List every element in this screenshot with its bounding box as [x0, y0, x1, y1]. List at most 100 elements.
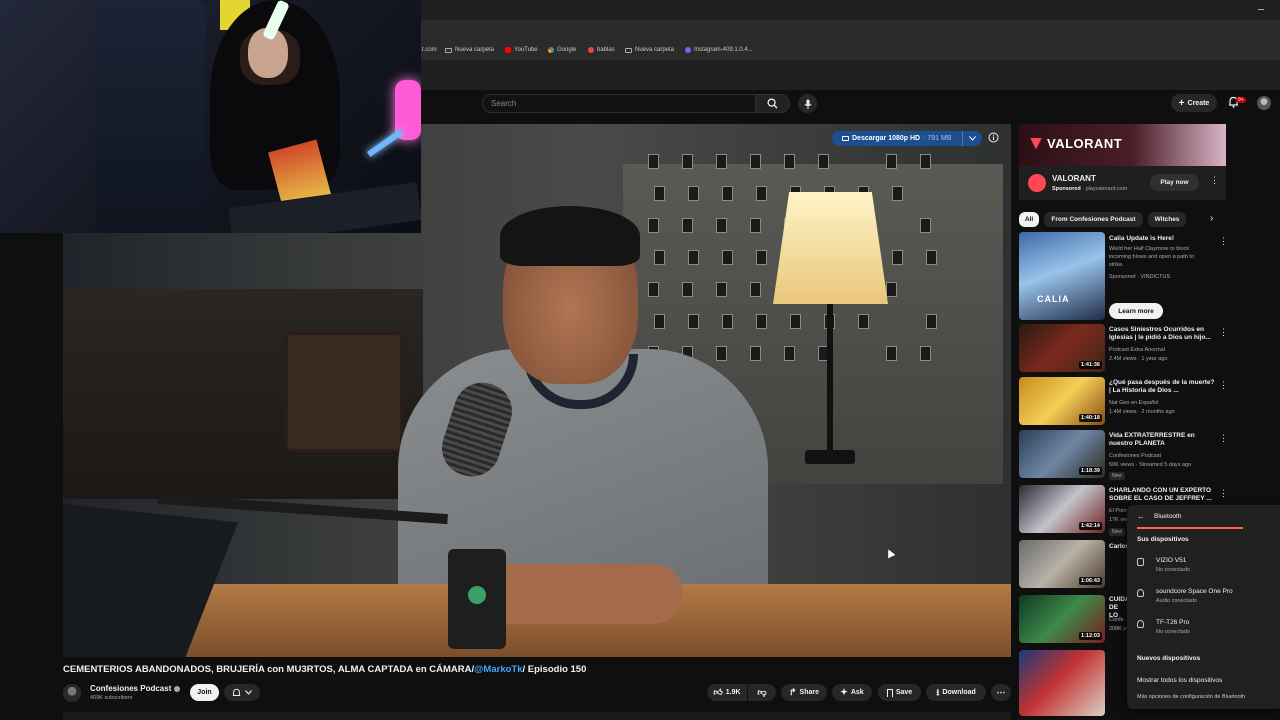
chip-channel[interactable]: From Confesiones Podcast: [1044, 212, 1143, 227]
mention-link[interactable]: @MarkoTk: [474, 664, 522, 675]
webcam-overlay: [0, 0, 421, 233]
bookmark-item[interactable]: Instagram-409.1.0.4...: [685, 47, 753, 53]
recommendation-title[interactable]: Carlos: [1109, 543, 1129, 551]
recommendation-thumbnail[interactable]: 1:40:18: [1019, 377, 1105, 425]
video-duration: 1:12:03: [1079, 632, 1102, 640]
recommendation-channel[interactable]: El Poin: [1109, 507, 1126, 515]
verified-check-icon: [174, 685, 181, 692]
bookmark-item[interactable]: YouTube: [505, 47, 538, 53]
info-icon[interactable]: [988, 132, 999, 143]
bookmark-item[interactable]: t.com: [422, 47, 437, 53]
channel-avatar[interactable]: [63, 684, 81, 702]
folder-icon: [445, 47, 452, 53]
ad-play-now-button[interactable]: Play now: [1150, 174, 1199, 191]
video-frame-photo: [682, 282, 693, 297]
more-actions-button[interactable]: ⋯: [991, 684, 1011, 701]
recommendation-channel[interactable]: Podcast Extra Anormal: [1109, 346, 1165, 354]
ask-button[interactable]: ✦ Ask: [832, 684, 872, 701]
recommendation-thumbnail[interactable]: 1:12:03: [1019, 595, 1105, 643]
notification-count-badge: 9+: [1236, 97, 1246, 103]
recommendation-thumbnail[interactable]: 1:06:43: [1019, 540, 1105, 588]
your-devices-heading: Sus dispositivos: [1137, 536, 1189, 543]
webcam-blue-light: [366, 129, 404, 157]
ad-sponsor-line: Sponsored · playvalorant.com: [1052, 186, 1128, 192]
video-frame-hair: [500, 206, 640, 266]
bookmark-item[interactable]: Nueva carpeta: [625, 47, 674, 53]
recommendation-title[interactable]: Casos Siniestros Ocurridos en Iglesias |…: [1109, 326, 1217, 342]
bookmark-item[interactable]: Nueva carpeta: [445, 47, 494, 53]
search-input[interactable]: Search: [482, 94, 756, 113]
advertiser-icon: [1028, 174, 1046, 192]
more-vertical-icon[interactable]: ⋮: [1219, 237, 1228, 246]
video-frame-photo: [654, 314, 665, 329]
channel-name[interactable]: Confesiones Podcast: [90, 684, 181, 693]
more-vertical-icon[interactable]: ⋮: [1219, 381, 1228, 390]
bookmark-item[interactable]: Google: [548, 47, 576, 53]
download-options-dropdown[interactable]: [962, 131, 982, 146]
recommendation-thumbnail[interactable]: [1019, 650, 1105, 716]
video-duration: 1:18:39: [1079, 467, 1102, 475]
video-download-icon: [842, 136, 849, 141]
more-vertical-icon[interactable]: ⋮: [1219, 434, 1228, 443]
ad-banner-logo: VALORANT: [1030, 136, 1122, 151]
plus-icon: +: [1178, 97, 1185, 109]
learn-more-button[interactable]: Learn more: [1109, 303, 1163, 319]
video-frame-photo: [886, 346, 897, 361]
recommendation-thumbnail[interactable]: 1:18:39: [1019, 430, 1105, 478]
bt-device-name[interactable]: TF-T26 Pro: [1156, 619, 1189, 626]
subscriber-count: 409K subscribers: [90, 695, 133, 701]
recommendation-title[interactable]: CHARLANDO CON UN EXPERTO SOBRE EL CASO D…: [1109, 487, 1217, 503]
more-bluetooth-settings-link[interactable]: Más opciones de configuración de Bluetoo…: [1137, 694, 1245, 700]
share-button[interactable]: ↱ Share: [781, 684, 827, 701]
bookmark-item[interactable]: bablas: [588, 47, 615, 53]
recommendation-channel[interactable]: Confe: [1109, 616, 1124, 624]
subscription-bell-button[interactable]: [224, 684, 260, 701]
recommendation-channel[interactable]: Nat Geo en Español: [1109, 399, 1159, 407]
chip-topic[interactable]: Witches: [1148, 212, 1186, 227]
recommendation-stats: 17K vie: [1109, 517, 1128, 523]
chip-all[interactable]: All: [1019, 212, 1039, 227]
video-frame-photo: [886, 154, 897, 169]
search-button[interactable]: [756, 94, 790, 113]
video-frame-photo: [750, 218, 761, 233]
show-all-devices-link[interactable]: Mostrar todos los dispositivos: [1137, 677, 1222, 684]
create-button[interactable]: + Create: [1171, 94, 1217, 112]
minimize-icon[interactable]: [1258, 9, 1264, 10]
bell-icon: [232, 688, 241, 696]
bt-device-name[interactable]: soundcore Space One Pro: [1156, 588, 1233, 595]
recommendation-sponsor: Sponsored · VINDICTUS: [1109, 274, 1171, 280]
recommendation-title[interactable]: Vida EXTRATERRESTRE en nuestro PLANETA: [1109, 432, 1217, 448]
video-frame-photo: [892, 186, 903, 201]
recommendation-title[interactable]: ¿Qué pasa después de la muerte? | La His…: [1109, 379, 1217, 395]
new-badge: New: [1109, 528, 1126, 536]
video-frame-lamp-pole: [827, 304, 833, 454]
save-button[interactable]: Save: [878, 684, 921, 701]
more-vertical-icon[interactable]: ⋮: [1219, 489, 1228, 498]
more-horizontal-icon: ⋯: [996, 687, 1006, 697]
recommendation-thumbnail[interactable]: CALIA: [1019, 232, 1105, 320]
video-frame-photo: [756, 186, 767, 201]
chevron-right-icon[interactable]: ›: [1210, 213, 1213, 224]
video-frame-photo: [756, 250, 767, 265]
download-hd-button[interactable]: Descargar 1080p HD · 791 MB: [832, 131, 982, 146]
video-frame-hands: [483, 564, 683, 624]
like-button[interactable]: 👍︎ 1.9K: [707, 684, 747, 701]
recommendation-thumbnail[interactable]: 1:42:14: [1019, 485, 1105, 533]
recommendation-thumbnail[interactable]: 1:41:36: [1019, 324, 1105, 372]
new-badge: New: [1109, 472, 1126, 480]
dislike-button[interactable]: 👎︎: [748, 684, 776, 701]
chevron-down-icon: [969, 136, 976, 141]
download-button[interactable]: ⭳ Download: [926, 684, 986, 701]
recommendation-title[interactable]: Calia Update is Here!: [1109, 235, 1217, 243]
bt-device-name[interactable]: VIZIO V51: [1156, 557, 1186, 564]
back-arrow-icon[interactable]: ←: [1137, 512, 1145, 521]
video-frame-photo: [682, 154, 693, 169]
video-frame-radio: [285, 332, 403, 452]
more-vertical-icon[interactable]: ⋮: [1210, 176, 1219, 185]
account-avatar[interactable]: [1257, 96, 1271, 110]
video-frame-photo: [722, 186, 733, 201]
voice-search-button[interactable]: [798, 94, 817, 113]
more-vertical-icon[interactable]: ⋮: [1219, 328, 1228, 337]
recommendation-channel[interactable]: Confesiones Podcast: [1109, 452, 1161, 460]
join-button[interactable]: Join: [190, 684, 219, 701]
